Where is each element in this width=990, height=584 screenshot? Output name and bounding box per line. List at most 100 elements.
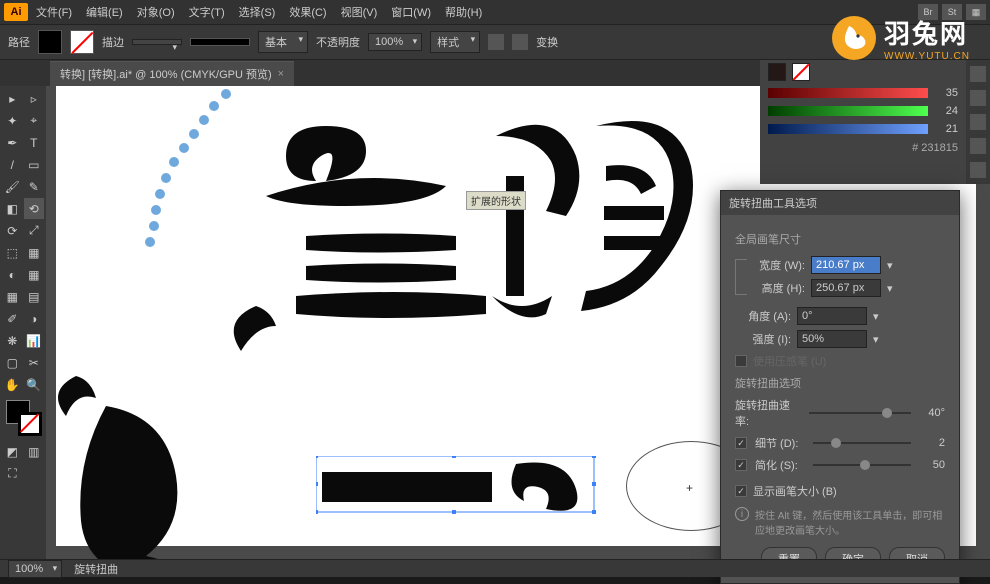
menu-object[interactable]: 对象(O) <box>131 2 181 22</box>
line-tool[interactable]: / <box>2 154 23 175</box>
dialog-title: 旋转扭曲工具选项 <box>721 191 959 215</box>
status-tool: 旋转扭曲 <box>74 561 118 577</box>
menu-select[interactable]: 选择(S) <box>233 2 282 22</box>
magic-wand-tool[interactable]: ✦ <box>2 110 23 131</box>
gradient-tool[interactable]: ▤ <box>24 286 45 307</box>
brushes-panel-icon[interactable] <box>970 114 986 130</box>
detail-checkbox[interactable]: ✓ <box>735 437 747 449</box>
pencil-tool[interactable]: ✎ <box>24 176 45 197</box>
intensity-input[interactable] <box>797 330 867 348</box>
stroke-swatch[interactable] <box>70 30 94 54</box>
link-icon[interactable] <box>735 259 747 295</box>
dialog-tip: i按住 Alt 键，然后使用该工具单击，即可相应地更改画笔大小。 <box>735 507 945 537</box>
hex-value[interactable]: # 231815 <box>760 138 966 158</box>
stroke-style[interactable]: 基本 <box>258 31 308 53</box>
right-panels: 35 24 21 # 231815 <box>760 60 990 184</box>
menu-effect[interactable]: 效果(C) <box>283 2 332 22</box>
slice-tool[interactable]: ✂ <box>24 352 45 373</box>
twirl-options-dialog: 旋转扭曲工具选项 全局画笔尺寸 宽度 (W):▾ 高度 (H):▾ 角度 (A)… <box>720 190 960 584</box>
brand-name: 羽兔网 <box>884 14 970 51</box>
stroke-weight[interactable] <box>132 39 182 45</box>
direct-select-tool[interactable]: ▹ <box>24 88 45 109</box>
menu-help[interactable]: 帮助(H) <box>439 2 488 22</box>
fill-swatch[interactable] <box>38 30 62 54</box>
selection-tool[interactable]: ▸ <box>2 88 23 109</box>
info-icon: i <box>735 507 749 521</box>
color-panel-icon[interactable] <box>970 66 986 82</box>
twirl-tool[interactable]: ⟲ <box>24 198 45 219</box>
stroke-panel-icon[interactable] <box>970 162 986 178</box>
document-tab[interactable]: 转换] [转换].ai* @ 100% (CMYK/GPU 预览) × <box>50 61 294 86</box>
color-mode-icon[interactable]: ◩ <box>2 441 23 462</box>
panel-fill-swatch[interactable] <box>768 63 786 81</box>
color-slider-r[interactable]: 35 <box>760 84 966 102</box>
screen-mode-icon[interactable]: ⛶ <box>2 463 23 484</box>
tooltip: 扩展的形状 <box>466 191 526 210</box>
detail-value: 2 <box>919 437 945 449</box>
panel-stroke-swatch[interactable] <box>792 63 810 81</box>
color-slider-b[interactable]: 21 <box>760 120 966 138</box>
align-icon[interactable] <box>488 34 504 50</box>
type-tool[interactable]: T <box>24 132 45 153</box>
gradient-mode-icon[interactable]: ▥ <box>24 441 45 462</box>
width-label: 宽度 (W): <box>749 257 805 273</box>
artboard-tool[interactable]: ▢ <box>2 352 23 373</box>
eraser-tool[interactable]: ◧ <box>2 198 23 219</box>
pen-tool[interactable]: ✒ <box>2 132 23 153</box>
symbol-sprayer-tool[interactable]: ❋ <box>2 330 23 351</box>
zoom-level[interactable]: 100% <box>8 560 62 578</box>
scale-tool[interactable]: ⤢ <box>24 220 45 241</box>
height-input[interactable] <box>811 279 881 297</box>
perspective-tool[interactable]: ▦ <box>24 264 45 285</box>
panel-icon-strip <box>966 60 990 184</box>
menu-type[interactable]: 文字(T) <box>183 2 231 22</box>
align2-icon[interactable] <box>512 34 528 50</box>
rate-label: 旋转扭曲速率: <box>735 397 801 429</box>
stroke-profile[interactable] <box>190 38 250 46</box>
pen-pressure-label: 使用压感笔 (U) <box>753 353 826 369</box>
detail-slider[interactable] <box>813 442 911 444</box>
width-tool[interactable]: ⬚ <box>2 242 23 263</box>
showbrush-checkbox[interactable]: ✓ <box>735 485 747 497</box>
stroke-label: 描边 <box>102 34 124 50</box>
menu-edit[interactable]: 编辑(E) <box>80 2 129 22</box>
simplify-slider[interactable] <box>813 464 911 466</box>
symbols-panel-icon[interactable] <box>970 138 986 154</box>
mesh-tool[interactable]: ▦ <box>2 286 23 307</box>
angle-input[interactable] <box>797 307 867 325</box>
simplify-value: 50 <box>919 459 945 471</box>
shape-builder-tool[interactable]: ◐ <box>2 264 23 285</box>
opacity-field[interactable]: 100% <box>368 33 422 51</box>
selected-shape[interactable] <box>316 456 606 516</box>
rect-tool[interactable]: ▭ <box>24 154 45 175</box>
rotate-tool[interactable]: ⟳ <box>2 220 23 241</box>
free-transform-tool[interactable]: ▦ <box>24 242 45 263</box>
lasso-tool[interactable]: ⌖ <box>24 110 45 131</box>
intensity-label: 强度 (I): <box>735 331 791 347</box>
selection-type: 路径 <box>8 34 30 50</box>
transform-button[interactable]: 变换 <box>536 34 558 50</box>
angle-label: 角度 (A): <box>735 308 791 324</box>
brush-section-label: 全局画笔尺寸 <box>735 231 945 247</box>
pen-pressure-checkbox[interactable] <box>735 355 747 367</box>
close-tab-icon[interactable]: × <box>278 68 284 80</box>
status-bar: 100% 旋转扭曲 <box>0 559 990 577</box>
menu-view[interactable]: 视图(V) <box>335 2 384 22</box>
color-slider-g[interactable]: 24 <box>760 102 966 120</box>
style-dropdown[interactable]: 样式 <box>430 31 480 53</box>
simplify-checkbox[interactable]: ✓ <box>735 459 747 471</box>
zoom-tool[interactable]: 🔍 <box>24 374 45 395</box>
detail-label: 细节 (D): <box>755 435 805 451</box>
rate-slider[interactable] <box>809 412 911 414</box>
blend-tool[interactable]: ◑ <box>24 308 45 329</box>
width-input[interactable] <box>811 256 881 274</box>
panel-swatch-row <box>760 60 966 84</box>
menu-file[interactable]: 文件(F) <box>30 2 78 22</box>
swatches-panel-icon[interactable] <box>970 90 986 106</box>
eyedropper-tool[interactable]: ✐ <box>2 308 23 329</box>
brush-tool[interactable]: 🖌 <box>2 176 23 197</box>
stroke-color[interactable] <box>18 412 42 436</box>
menu-window[interactable]: 窗口(W) <box>385 2 437 22</box>
hand-tool[interactable]: ✋ <box>2 374 23 395</box>
graph-tool[interactable]: 📊 <box>24 330 45 351</box>
